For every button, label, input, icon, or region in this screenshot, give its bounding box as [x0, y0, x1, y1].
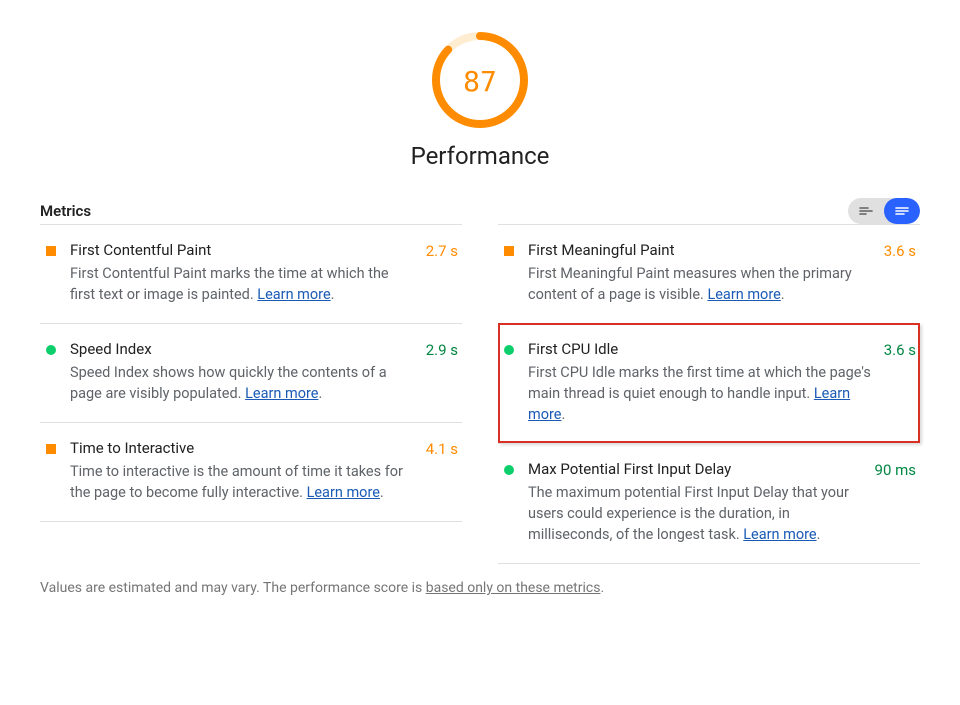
learn-more-link[interactable]: Learn more	[245, 385, 318, 402]
metric-value: 4.1 s	[426, 439, 458, 503]
status-good-icon	[502, 460, 516, 545]
status-good-icon	[502, 340, 516, 425]
metric-title: First Contentful Paint	[70, 241, 414, 259]
metric-desc: The maximum potential First Input Delay …	[528, 482, 863, 545]
gauge-score: 87	[463, 65, 497, 98]
learn-more-link[interactable]: Learn more	[707, 286, 780, 303]
metric-desc: Time to interactive is the amount of tim…	[70, 461, 414, 503]
footer-note: Values are estimated and may vary. The p…	[40, 580, 920, 596]
status-average-icon	[502, 241, 516, 305]
status-average-icon	[44, 439, 58, 503]
view-toggle	[848, 198, 920, 224]
gauge-label: Performance	[411, 142, 550, 170]
metric-title: First CPU Idle	[528, 340, 872, 358]
metric-value: 3.6 s	[884, 241, 916, 305]
status-good-icon	[44, 340, 58, 404]
metrics-grid: First Contentful Paint First Contentful …	[40, 224, 920, 564]
metric-value: 3.6 s	[884, 340, 916, 425]
list-compact-icon	[859, 206, 873, 216]
footer-link[interactable]: based only on these metrics	[426, 580, 601, 596]
performance-gauge: 87 Performance	[40, 30, 920, 170]
metric-value: 90 ms	[875, 460, 916, 545]
metric-fmp: First Meaningful Paint First Meaningful …	[498, 224, 920, 323]
learn-more-link[interactable]: Learn more	[257, 286, 330, 303]
gauge-svg: 87	[430, 30, 530, 130]
view-toggle-expanded[interactable]	[884, 198, 920, 224]
metric-tti: Time to Interactive Time to interactive …	[40, 422, 462, 522]
metric-value: 2.9 s	[426, 340, 458, 404]
metric-desc: Speed Index shows how quickly the conten…	[70, 362, 414, 404]
metric-desc: First Meaningful Paint measures when the…	[528, 263, 872, 305]
metric-fci: First CPU Idle First CPU Idle marks the …	[498, 323, 920, 443]
metric-desc: First Contentful Paint marks the time at…	[70, 263, 414, 305]
metric-value: 2.7 s	[426, 241, 458, 305]
metric-mfid: Max Potential First Input Delay The maxi…	[498, 443, 920, 564]
metrics-heading: Metrics	[40, 202, 91, 220]
metric-title: Speed Index	[70, 340, 414, 358]
metric-title: Time to Interactive	[70, 439, 414, 457]
list-expanded-icon	[895, 206, 909, 216]
learn-more-link[interactable]: Learn more	[307, 484, 380, 501]
metric-title: Max Potential First Input Delay	[528, 460, 863, 478]
metric-desc: First CPU Idle marks the first time at w…	[528, 362, 872, 425]
metric-title: First Meaningful Paint	[528, 241, 872, 259]
status-average-icon	[44, 241, 58, 305]
view-toggle-compact[interactable]	[848, 198, 884, 224]
metric-fcp: First Contentful Paint First Contentful …	[40, 224, 462, 323]
metric-si: Speed Index Speed Index shows how quickl…	[40, 323, 462, 422]
learn-more-link[interactable]: Learn more	[743, 526, 816, 543]
